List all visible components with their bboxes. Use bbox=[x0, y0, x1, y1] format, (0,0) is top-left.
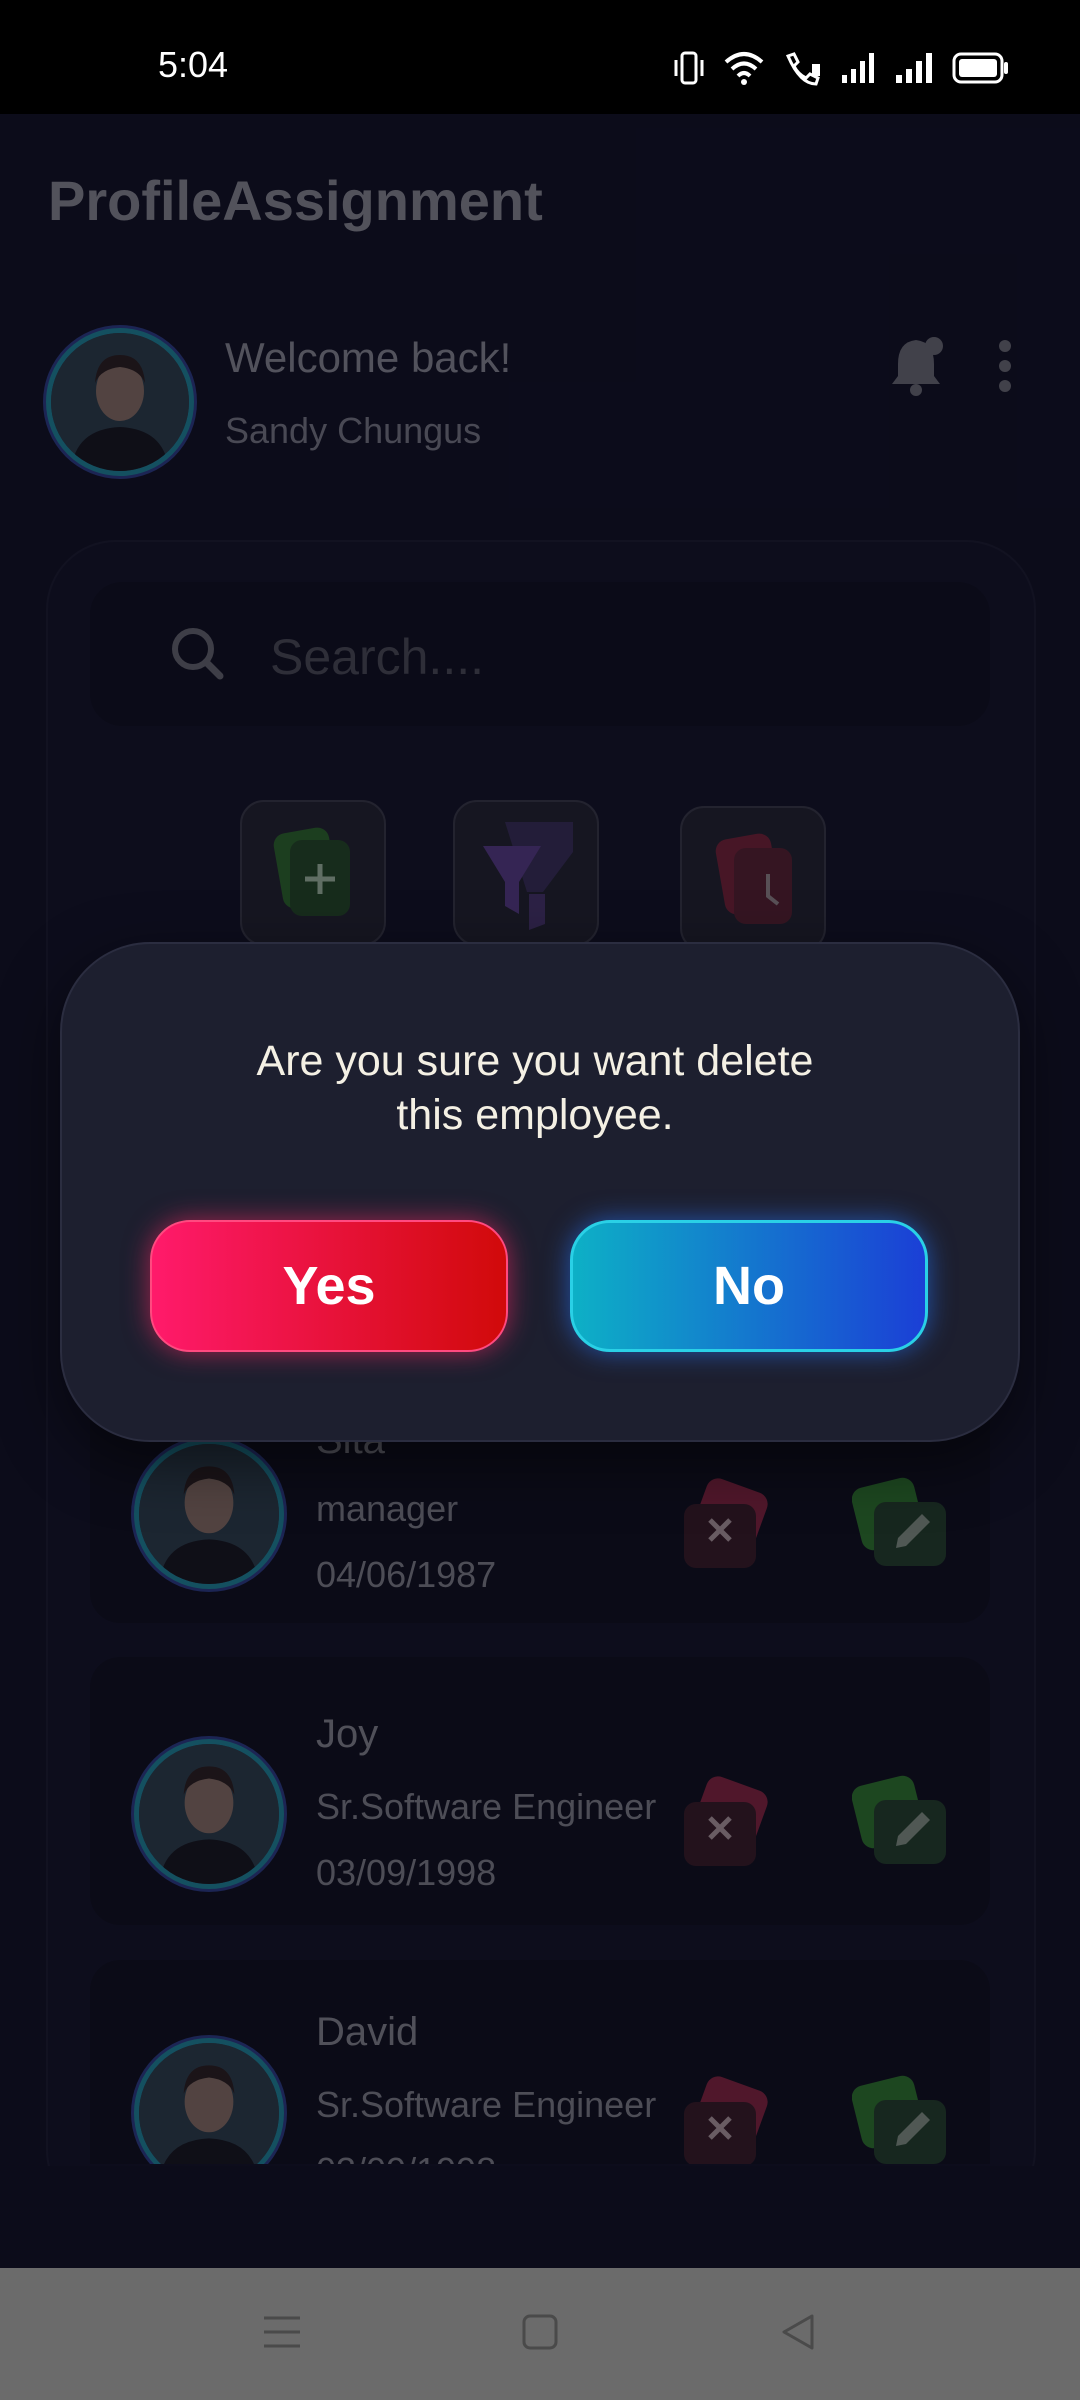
dialog-message: Are you sure you want delete this employ… bbox=[256, 1037, 814, 1139]
back-nav-icon[interactable] bbox=[778, 2312, 818, 2357]
menu-nav-icon[interactable] bbox=[262, 2312, 302, 2357]
yes-button[interactable]: Yes bbox=[150, 1220, 508, 1352]
confirm-delete-dialog bbox=[60, 942, 1020, 1442]
home-nav-icon[interactable] bbox=[520, 2312, 560, 2357]
no-button[interactable]: No bbox=[570, 1220, 928, 1352]
